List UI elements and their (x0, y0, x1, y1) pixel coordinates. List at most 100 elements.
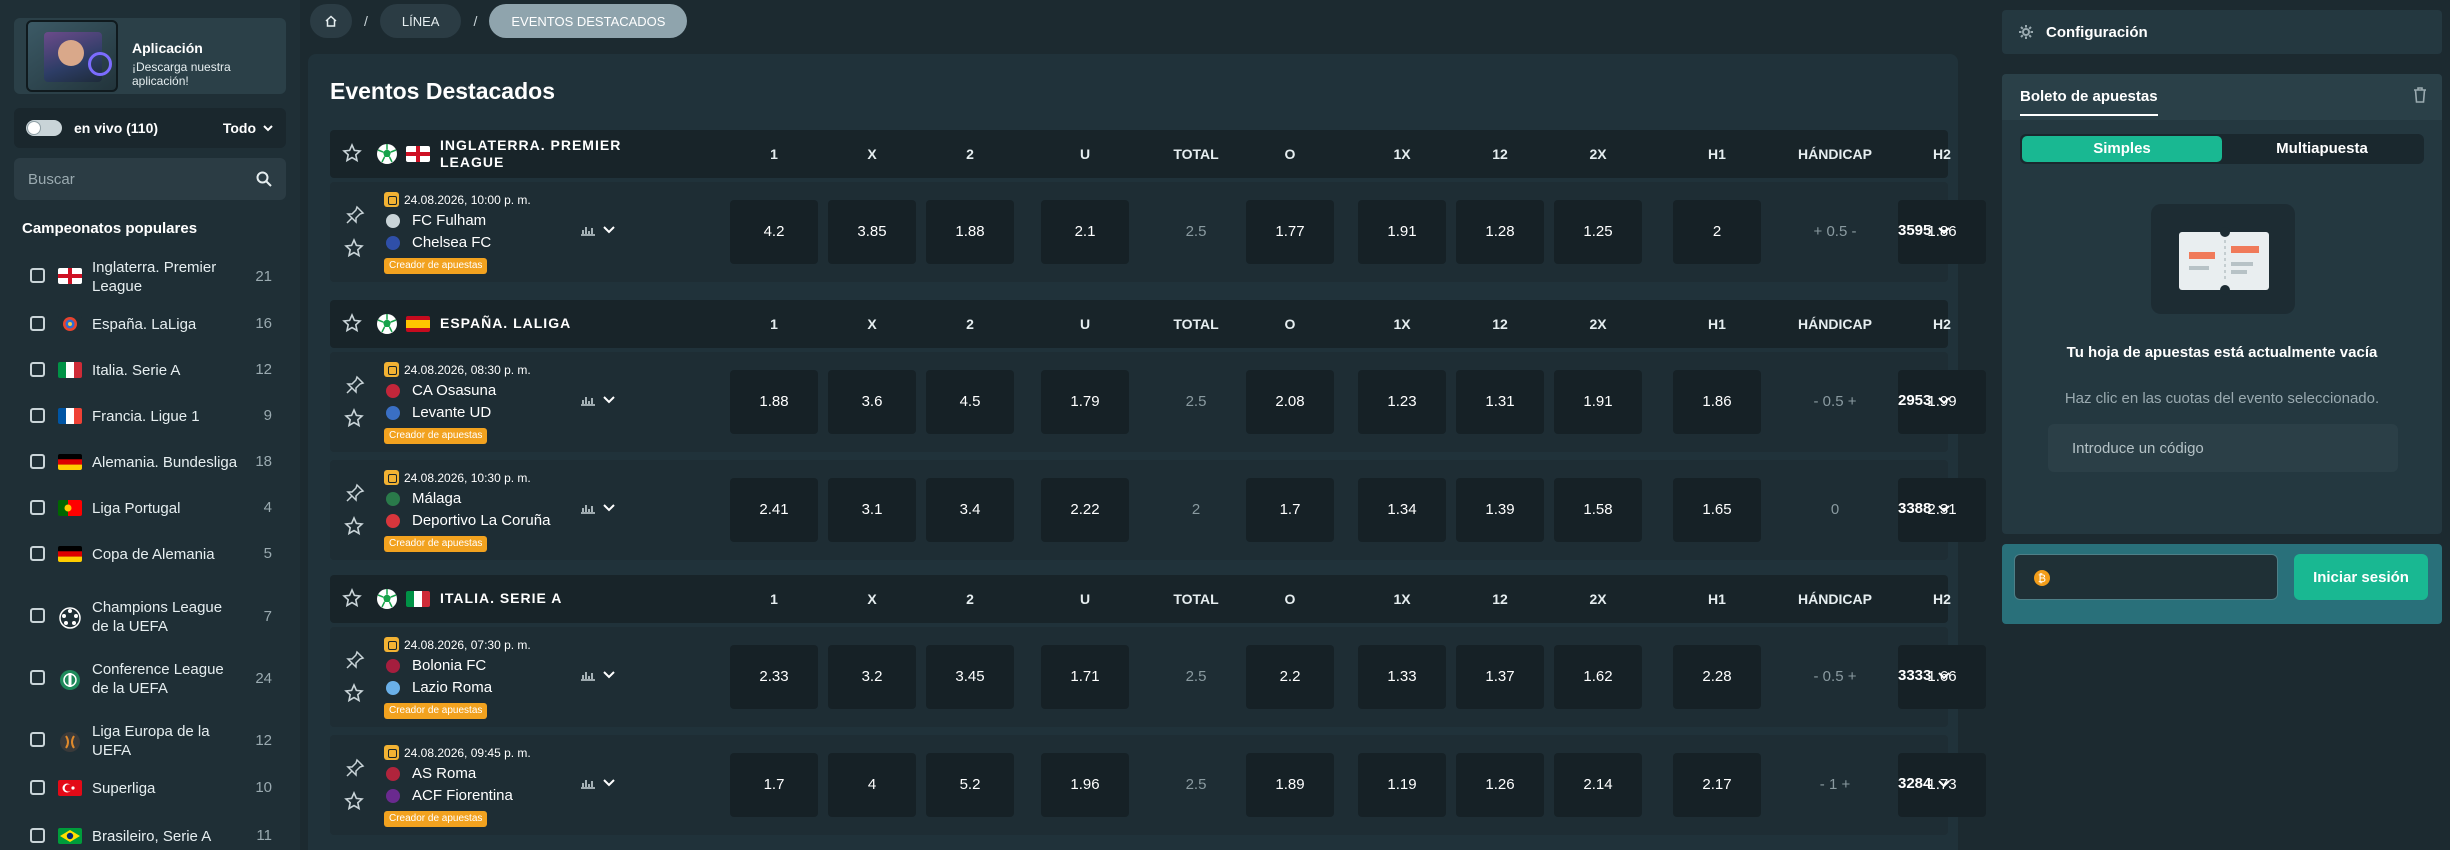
settings-bar[interactable]: Configuración (2002, 10, 2442, 54)
odds-button[interactable]: 1.25 (1554, 200, 1642, 264)
odds-button[interactable]: 4.2 (730, 200, 818, 264)
odds-button[interactable]: 1.58 (1554, 478, 1642, 542)
search-input[interactable] (14, 158, 244, 200)
league-item-premier-league[interactable]: Inglaterra. Premier League 21 (0, 250, 300, 295)
multi-bet-tab[interactable]: Multiapuesta (2222, 136, 2422, 162)
odds-button[interactable]: 1.34 (1358, 478, 1446, 542)
odds-button[interactable]: 1.31 (1456, 370, 1544, 434)
event-row[interactable]: 24.08.2026, 10:00 p. m. FC Fulham Chelsea … (330, 182, 1986, 282)
pin-icon[interactable] (344, 204, 366, 226)
favorite-star-icon[interactable] (342, 313, 362, 333)
home-team[interactable]: CA Osasuna (386, 382, 496, 399)
login-button[interactable]: Iniciar sesión (2294, 554, 2428, 600)
event-row[interactable]: 24.08.2026, 09:45 p. m. AS Roma ACF Fioren… (330, 735, 1986, 835)
odds-button[interactable]: 2.28 (1673, 645, 1761, 709)
odds-button[interactable]: 1.77 (1246, 200, 1334, 264)
odds-button[interactable]: 2.33 (730, 645, 818, 709)
away-team[interactable]: Deportivo La Coruña (386, 512, 550, 529)
odds-button[interactable]: 2.41 (730, 478, 818, 542)
odds-button[interactable]: 2.14 (1554, 753, 1642, 817)
away-team[interactable]: Levante UD (386, 404, 491, 421)
odds-button[interactable]: 3.4 (926, 478, 1014, 542)
odds-button[interactable]: 3.45 (926, 645, 1014, 709)
trash-icon[interactable] (2412, 86, 2428, 104)
odds-button[interactable]: 1.79 (1041, 370, 1129, 434)
favorite-star-icon[interactable] (342, 143, 362, 163)
event-row[interactable]: 24.08.2026, 08:30 p. m. CA Osasuna Levante… (330, 352, 1986, 452)
pin-icon[interactable] (344, 649, 366, 671)
odds-button[interactable]: 1.7 (1246, 478, 1334, 542)
league-checkbox[interactable] (30, 268, 45, 283)
bet-code-input[interactable] (2048, 424, 2398, 472)
search-icon[interactable] (256, 171, 272, 187)
away-team[interactable]: Lazio Roma (386, 679, 492, 696)
odds-button[interactable]: 1.39 (1456, 478, 1544, 542)
odds-button[interactable]: 1.28 (1456, 200, 1544, 264)
odds-button[interactable]: 4 (828, 753, 916, 817)
odds-button[interactable]: 1.96 (1041, 753, 1129, 817)
statistics-toggle[interactable] (580, 394, 616, 406)
more-markets-button[interactable]: 3595 (1898, 222, 1951, 239)
league-checkbox[interactable] (30, 670, 45, 685)
league-checkbox[interactable] (30, 732, 45, 747)
live-filter-select[interactable]: Todo (223, 120, 274, 136)
event-row[interactable]: 24.08.2026, 07:30 p. m. Bolonia FC Lazio R… (330, 627, 1986, 727)
bet-builder-badge[interactable]: Creador de apuestas (384, 811, 488, 827)
stake-amount-field[interactable]: ₿ (2014, 554, 2278, 600)
statistics-toggle[interactable] (580, 224, 616, 236)
odds-button[interactable]: 1.91 (1554, 370, 1642, 434)
favorite-star-icon[interactable] (344, 683, 364, 703)
league-checkbox[interactable] (30, 500, 45, 515)
odds-button[interactable]: 1.88 (926, 200, 1014, 264)
odds-button[interactable]: 1.71 (1041, 645, 1129, 709)
odds-button[interactable]: 1.26 (1456, 753, 1544, 817)
odds-button[interactable]: 1.65 (1673, 478, 1761, 542)
odds-button[interactable]: 1.23 (1358, 370, 1446, 434)
odds-button[interactable]: 1.91 (1358, 200, 1446, 264)
league-checkbox[interactable] (30, 362, 45, 377)
statistics-toggle[interactable] (580, 777, 616, 789)
odds-button[interactable]: 2.1 (1041, 200, 1129, 264)
odds-button[interactable]: 1.88 (730, 370, 818, 434)
favorite-star-icon[interactable] (344, 408, 364, 428)
odds-button[interactable]: 3.1 (828, 478, 916, 542)
statistics-toggle[interactable] (580, 502, 616, 514)
odds-button[interactable]: 1.89 (1246, 753, 1334, 817)
home-team[interactable]: AS Roma (386, 765, 476, 782)
odds-button[interactable]: 1.62 (1554, 645, 1642, 709)
odds-button[interactable]: 2 (1673, 200, 1761, 264)
away-team[interactable]: Chelsea FC (386, 234, 491, 251)
favorite-star-icon[interactable] (342, 588, 362, 608)
pin-icon[interactable] (344, 482, 366, 504)
pin-icon[interactable] (344, 757, 366, 779)
odds-button[interactable]: 1.33 (1358, 645, 1446, 709)
home-team[interactable]: Bolonia FC (386, 657, 486, 674)
odds-button[interactable]: 5.2 (926, 753, 1014, 817)
live-toggle[interactable] (26, 120, 62, 136)
odds-button[interactable]: 3.85 (828, 200, 916, 264)
odds-button[interactable]: 4.5 (926, 370, 1014, 434)
breadcrumb-home[interactable] (310, 4, 352, 38)
event-row[interactable]: 24.08.2026, 10:30 p. m. Málaga Deportivo L… (330, 460, 1986, 560)
odds-button[interactable]: 1.37 (1456, 645, 1544, 709)
odds-button[interactable]: 1.19 (1358, 753, 1446, 817)
app-download-banner[interactable]: Aplicación ¡Descarga nuestra aplicación! (14, 18, 286, 94)
home-team[interactable]: Málaga (386, 490, 461, 507)
more-markets-button[interactable]: 3284 (1898, 775, 1951, 792)
favorite-star-icon[interactable] (344, 238, 364, 258)
bet-builder-badge[interactable]: Creador de apuestas (384, 258, 488, 274)
league-checkbox[interactable] (30, 454, 45, 469)
odds-button[interactable]: 2.2 (1246, 645, 1334, 709)
pin-icon[interactable] (344, 374, 366, 396)
league-checkbox[interactable] (30, 316, 45, 331)
bet-builder-badge[interactable]: Creador de apuestas (384, 428, 488, 444)
away-team[interactable]: ACF Fiorentina (386, 787, 513, 804)
breadcrumb-linea[interactable]: LÍNEA (379, 4, 462, 38)
league-checkbox[interactable] (30, 828, 45, 843)
odds-button[interactable]: 1.86 (1673, 370, 1761, 434)
odds-button[interactable]: 1.7 (730, 753, 818, 817)
favorite-star-icon[interactable] (344, 516, 364, 536)
league-checkbox[interactable] (30, 608, 45, 623)
statistics-toggle[interactable] (580, 669, 616, 681)
league-checkbox[interactable] (30, 408, 45, 423)
